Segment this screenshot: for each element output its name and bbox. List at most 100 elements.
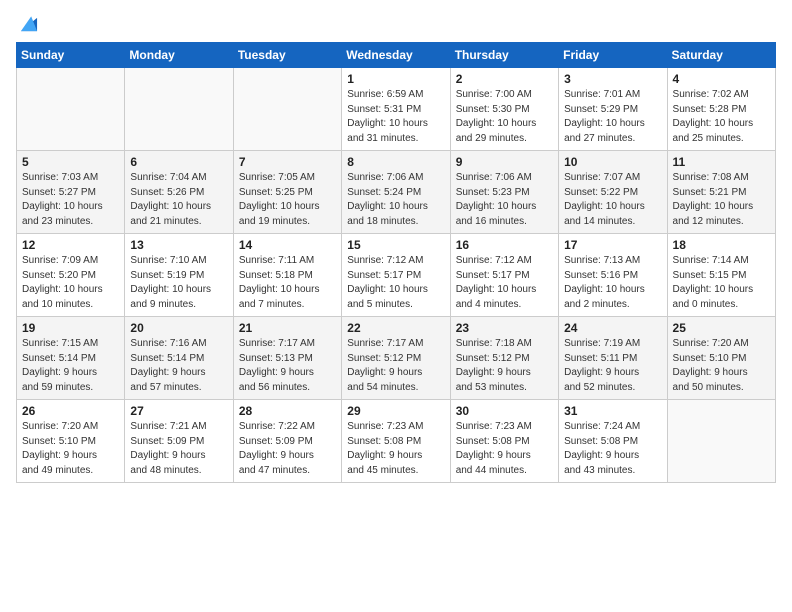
- calendar-cell: [233, 68, 341, 151]
- day-number: 3: [564, 72, 661, 86]
- calendar-cell: 25 Sunrise: 7:20 AM Sunset: 5:10 PM Dayli…: [667, 317, 775, 400]
- day-info: Sunrise: 7:20 AM Sunset: 5:10 PM Dayligh…: [673, 337, 770, 395]
- day-number: 19: [22, 321, 119, 335]
- day-info: Sunrise: 7:17 AM Sunset: 5:12 PM Dayligh…: [347, 337, 444, 395]
- day-info: Sunrise: 7:10 AM Sunset: 5:19 PM Dayligh…: [130, 254, 227, 312]
- day-number: 13: [130, 238, 227, 252]
- day-info: Sunrise: 7:06 AM Sunset: 5:23 PM Dayligh…: [456, 171, 553, 229]
- day-info: Sunrise: 7:05 AM Sunset: 5:25 PM Dayligh…: [239, 171, 336, 229]
- day-info: Sunrise: 7:12 AM Sunset: 5:17 PM Dayligh…: [347, 254, 444, 312]
- day-info: Sunrise: 7:24 AM Sunset: 5:08 PM Dayligh…: [564, 420, 661, 478]
- calendar-cell: 17 Sunrise: 7:13 AM Sunset: 5:16 PM Dayli…: [559, 234, 667, 317]
- calendar-cell: 16 Sunrise: 7:12 AM Sunset: 5:17 PM Dayli…: [450, 234, 558, 317]
- day-number: 14: [239, 238, 336, 252]
- calendar-cell: 20Sunrise: 7:16 AM Sunset: 5:14 PM Dayli…: [125, 317, 233, 400]
- calendar-cell: [125, 68, 233, 151]
- calendar-cell: 6 Sunrise: 7:04 AM Sunset: 5:26 PM Daylig…: [125, 151, 233, 234]
- day-number: 16: [456, 238, 553, 252]
- day-number: 31: [564, 404, 661, 418]
- calendar-cell: 22 Sunrise: 7:17 AM Sunset: 5:12 PM Dayli…: [342, 317, 450, 400]
- calendar-cell: 26Sunrise: 7:20 AM Sunset: 5:10 PM Dayli…: [17, 400, 125, 483]
- calendar-cell: [667, 400, 775, 483]
- day-info: Sunrise: 7:06 AM Sunset: 5:24 PM Dayligh…: [347, 171, 444, 229]
- day-info: Sunrise: 7:01 AM Sunset: 5:29 PM Dayligh…: [564, 88, 661, 146]
- day-number: 2: [456, 72, 553, 86]
- calendar-cell: [17, 68, 125, 151]
- day-info: Sunrise: 7:13 AM Sunset: 5:16 PM Dayligh…: [564, 254, 661, 312]
- day-number: 1: [347, 72, 444, 86]
- day-info: Sunrise: 6:59 AM Sunset: 5:31 PM Dayligh…: [347, 88, 444, 146]
- day-info: Sunrise: 7:23 AM Sunset: 5:08 PM Dayligh…: [456, 420, 553, 478]
- day-number: 10: [564, 155, 661, 169]
- day-header-monday: Monday: [125, 43, 233, 68]
- calendar-header-row: SundayMondayTuesdayWednesdayThursdayFrid…: [17, 43, 776, 68]
- day-info: Sunrise: 7:08 AM Sunset: 5:21 PM Dayligh…: [673, 171, 770, 229]
- day-number: 25: [673, 321, 770, 335]
- calendar-cell: 8 Sunrise: 7:06 AM Sunset: 5:24 PM Daylig…: [342, 151, 450, 234]
- day-info: Sunrise: 7:03 AM Sunset: 5:27 PM Dayligh…: [22, 171, 119, 229]
- day-header-friday: Friday: [559, 43, 667, 68]
- day-header-tuesday: Tuesday: [233, 43, 341, 68]
- calendar-cell: 18Sunrise: 7:14 AM Sunset: 5:15 PM Dayli…: [667, 234, 775, 317]
- header: [16, 12, 776, 34]
- day-number: 21: [239, 321, 336, 335]
- calendar-cell: 4 Sunrise: 7:02 AM Sunset: 5:28 PM Daylig…: [667, 68, 775, 151]
- calendar-cell: 9 Sunrise: 7:06 AM Sunset: 5:23 PM Daylig…: [450, 151, 558, 234]
- calendar-cell: 11 Sunrise: 7:08 AM Sunset: 5:21 PM Dayli…: [667, 151, 775, 234]
- day-info: Sunrise: 7:04 AM Sunset: 5:26 PM Dayligh…: [130, 171, 227, 229]
- day-number: 28: [239, 404, 336, 418]
- day-number: 6: [130, 155, 227, 169]
- calendar-cell: 10 Sunrise: 7:07 AM Sunset: 5:22 PM Dayli…: [559, 151, 667, 234]
- day-number: 9: [456, 155, 553, 169]
- calendar-cell: 7 Sunrise: 7:05 AM Sunset: 5:25 PM Daylig…: [233, 151, 341, 234]
- logo: [16, 12, 40, 34]
- day-number: 30: [456, 404, 553, 418]
- day-header-wednesday: Wednesday: [342, 43, 450, 68]
- logo-icon: [18, 12, 40, 34]
- day-info: Sunrise: 7:22 AM Sunset: 5:09 PM Dayligh…: [239, 420, 336, 478]
- calendar-cell: 15 Sunrise: 7:12 AM Sunset: 5:17 PM Dayli…: [342, 234, 450, 317]
- day-number: 27: [130, 404, 227, 418]
- calendar-cell: 30 Sunrise: 7:23 AM Sunset: 5:08 PM Dayli…: [450, 400, 558, 483]
- day-info: Sunrise: 7:11 AM Sunset: 5:18 PM Dayligh…: [239, 254, 336, 312]
- day-info: Sunrise: 7:02 AM Sunset: 5:28 PM Dayligh…: [673, 88, 770, 146]
- calendar-cell: 1 Sunrise: 6:59 AM Sunset: 5:31 PM Daylig…: [342, 68, 450, 151]
- day-info: Sunrise: 7:14 AM Sunset: 5:15 PM Dayligh…: [673, 254, 770, 312]
- day-info: Sunrise: 7:23 AM Sunset: 5:08 PM Dayligh…: [347, 420, 444, 478]
- day-number: 26: [22, 404, 119, 418]
- day-info: Sunrise: 7:00 AM Sunset: 5:30 PM Dayligh…: [456, 88, 553, 146]
- day-info: Sunrise: 7:12 AM Sunset: 5:17 PM Dayligh…: [456, 254, 553, 312]
- calendar-cell: 21 Sunrise: 7:17 AM Sunset: 5:13 PM Dayli…: [233, 317, 341, 400]
- calendar-cell: 14 Sunrise: 7:11 AM Sunset: 5:18 PM Dayli…: [233, 234, 341, 317]
- day-number: 17: [564, 238, 661, 252]
- day-number: 20: [130, 321, 227, 335]
- calendar-cell: 19Sunrise: 7:15 AM Sunset: 5:14 PM Dayli…: [17, 317, 125, 400]
- day-info: Sunrise: 7:07 AM Sunset: 5:22 PM Dayligh…: [564, 171, 661, 229]
- day-number: 11: [673, 155, 770, 169]
- calendar-cell: 3 Sunrise: 7:01 AM Sunset: 5:29 PM Daylig…: [559, 68, 667, 151]
- day-number: 22: [347, 321, 444, 335]
- day-number: 15: [347, 238, 444, 252]
- calendar-cell: 29Sunrise: 7:23 AM Sunset: 5:08 PM Dayli…: [342, 400, 450, 483]
- calendar-table: SundayMondayTuesdayWednesdayThursdayFrid…: [16, 42, 776, 483]
- day-number: 12: [22, 238, 119, 252]
- day-info: Sunrise: 7:09 AM Sunset: 5:20 PM Dayligh…: [22, 254, 119, 312]
- day-number: 4: [673, 72, 770, 86]
- day-number: 8: [347, 155, 444, 169]
- calendar-cell: 28 Sunrise: 7:22 AM Sunset: 5:09 PM Dayli…: [233, 400, 341, 483]
- calendar-cell: 24 Sunrise: 7:19 AM Sunset: 5:11 PM Dayli…: [559, 317, 667, 400]
- day-header-saturday: Saturday: [667, 43, 775, 68]
- calendar-page: SundayMondayTuesdayWednesdayThursdayFrid…: [0, 0, 792, 612]
- day-number: 7: [239, 155, 336, 169]
- calendar-cell: 12 Sunrise: 7:09 AM Sunset: 5:20 PM Dayli…: [17, 234, 125, 317]
- day-info: Sunrise: 7:18 AM Sunset: 5:12 PM Dayligh…: [456, 337, 553, 395]
- calendar-week-row: 5 Sunrise: 7:03 AM Sunset: 5:27 PM Daylig…: [17, 151, 776, 234]
- day-number: 5: [22, 155, 119, 169]
- day-info: Sunrise: 7:19 AM Sunset: 5:11 PM Dayligh…: [564, 337, 661, 395]
- day-number: 24: [564, 321, 661, 335]
- calendar-week-row: 1 Sunrise: 6:59 AM Sunset: 5:31 PM Daylig…: [17, 68, 776, 151]
- calendar-week-row: 19Sunrise: 7:15 AM Sunset: 5:14 PM Dayli…: [17, 317, 776, 400]
- day-info: Sunrise: 7:17 AM Sunset: 5:13 PM Dayligh…: [239, 337, 336, 395]
- calendar-cell: 23 Sunrise: 7:18 AM Sunset: 5:12 PM Dayli…: [450, 317, 558, 400]
- day-number: 23: [456, 321, 553, 335]
